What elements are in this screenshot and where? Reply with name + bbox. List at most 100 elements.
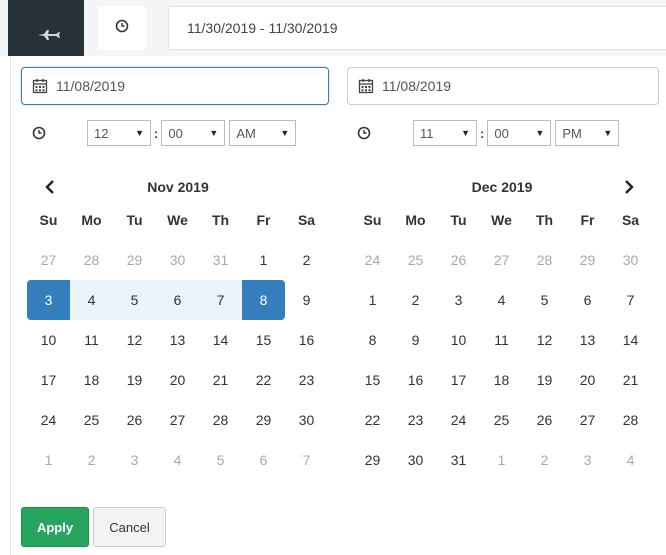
calendar-day[interactable]: 24 xyxy=(27,400,70,440)
calendar-day[interactable]: 2 xyxy=(394,280,437,320)
calendar-day[interactable]: 26 xyxy=(523,400,566,440)
cancel-button[interactable]: Cancel xyxy=(93,507,166,547)
calendar-day[interactable]: 25 xyxy=(394,240,437,280)
calendar-day[interactable]: 9 xyxy=(394,320,437,360)
calendar-day[interactable]: 21 xyxy=(199,360,242,400)
calendar-day[interactable]: 12 xyxy=(523,320,566,360)
calendar-day[interactable]: 30 xyxy=(156,240,199,280)
calendar-day[interactable]: 19 xyxy=(523,360,566,400)
calendar-day[interactable]: 23 xyxy=(285,360,328,400)
calendar-day[interactable]: 19 xyxy=(113,360,156,400)
calendar-day[interactable]: 4 xyxy=(156,440,199,480)
calendar-day-in-range[interactable]: 5 xyxy=(113,280,156,320)
calendar-day[interactable]: 20 xyxy=(566,360,609,400)
calendar-day[interactable]: 6 xyxy=(566,280,609,320)
start-ampm-select[interactable]: AM ▼ xyxy=(229,120,297,146)
calendar-day[interactable]: 1 xyxy=(480,440,523,480)
calendar-day-range-start[interactable]: 3 xyxy=(27,280,70,320)
calendar-day[interactable]: 7 xyxy=(285,440,328,480)
calendar-day-range-end[interactable]: 8 xyxy=(242,280,285,320)
calendar-day[interactable]: 27 xyxy=(480,240,523,280)
calendar-day[interactable]: 30 xyxy=(394,440,437,480)
calendar-day[interactable]: 31 xyxy=(437,440,480,480)
calendar-day[interactable]: 24 xyxy=(437,400,480,440)
calendar-right: Dec 2019 Su Mo Tu We Th Fr Sa 24 25 26 2… xyxy=(351,174,653,480)
calendar-day[interactable]: 10 xyxy=(437,320,480,360)
calendar-day[interactable]: 8 xyxy=(351,320,394,360)
calendar-day[interactable]: 17 xyxy=(27,360,70,400)
calendar-day[interactable]: 31 xyxy=(199,240,242,280)
calendar-day[interactable]: 28 xyxy=(609,400,652,440)
calendar-day[interactable]: 6 xyxy=(242,440,285,480)
calendar-day[interactable]: 11 xyxy=(480,320,523,360)
calendar-day[interactable]: 3 xyxy=(437,280,480,320)
calendar-day[interactable]: 16 xyxy=(394,360,437,400)
calendar-day[interactable]: 28 xyxy=(70,240,113,280)
apply-button[interactable]: Apply xyxy=(21,507,89,547)
calendar-day[interactable]: 2 xyxy=(285,240,328,280)
calendar-day[interactable]: 15 xyxy=(351,360,394,400)
calendar-day[interactable]: 26 xyxy=(113,400,156,440)
calendar-day[interactable]: 28 xyxy=(523,240,566,280)
calendar-day[interactable]: 9 xyxy=(285,280,328,320)
end-minute-select[interactable]: 00 ▼ xyxy=(487,120,552,146)
calendar-day[interactable]: 1 xyxy=(27,440,70,480)
calendar-day[interactable]: 17 xyxy=(437,360,480,400)
calendar-day[interactable]: 18 xyxy=(70,360,113,400)
calendar-day[interactable]: 7 xyxy=(609,280,652,320)
start-minute-select[interactable]: 00 ▼ xyxy=(161,120,226,146)
calendar-day[interactable]: 14 xyxy=(609,320,652,360)
time-toggle-button[interactable] xyxy=(98,6,146,50)
plane-icon[interactable] xyxy=(38,28,60,46)
start-date-input[interactable]: 11/08/2019 xyxy=(21,67,329,105)
calendar-day[interactable]: 4 xyxy=(609,440,652,480)
calendar-day[interactable]: 13 xyxy=(156,320,199,360)
end-ampm-select[interactable]: PM ▼ xyxy=(555,120,620,146)
calendar-day[interactable]: 28 xyxy=(199,400,242,440)
next-month-button[interactable] xyxy=(614,174,644,200)
calendar-day[interactable]: 10 xyxy=(27,320,70,360)
calendar-day[interactable]: 5 xyxy=(199,440,242,480)
calendar-day[interactable]: 12 xyxy=(113,320,156,360)
calendar-day[interactable]: 22 xyxy=(242,360,285,400)
calendar-day-in-range[interactable]: 7 xyxy=(199,280,242,320)
calendar-day[interactable]: 14 xyxy=(199,320,242,360)
calendar-day[interactable]: 25 xyxy=(480,400,523,440)
calendar-day[interactable]: 3 xyxy=(566,440,609,480)
calendar-day[interactable]: 27 xyxy=(566,400,609,440)
calendar-day[interactable]: 24 xyxy=(351,240,394,280)
calendar-day-in-range[interactable]: 6 xyxy=(156,280,199,320)
calendar-day[interactable]: 26 xyxy=(437,240,480,280)
calendar-day[interactable]: 2 xyxy=(523,440,566,480)
calendar-day[interactable]: 30 xyxy=(285,400,328,440)
calendar-day[interactable]: 25 xyxy=(70,400,113,440)
calendar-day[interactable]: 1 xyxy=(242,240,285,280)
calendar-day[interactable]: 29 xyxy=(566,240,609,280)
calendar-day[interactable]: 29 xyxy=(351,440,394,480)
calendar-day[interactable]: 23 xyxy=(394,400,437,440)
calendar-day[interactable]: 15 xyxy=(242,320,285,360)
calendar-day[interactable]: 2 xyxy=(70,440,113,480)
calendar-day[interactable]: 20 xyxy=(156,360,199,400)
calendar-day[interactable]: 29 xyxy=(113,240,156,280)
end-date-input[interactable]: 11/08/2019 xyxy=(347,67,659,105)
calendar-day[interactable]: 3 xyxy=(113,440,156,480)
calendar-day[interactable]: 13 xyxy=(566,320,609,360)
calendar-day[interactable]: 11 xyxy=(70,320,113,360)
calendar-day[interactable]: 29 xyxy=(242,400,285,440)
start-hour-select[interactable]: 12 ▼ xyxy=(87,120,151,146)
calendar-day-in-range[interactable]: 4 xyxy=(70,280,113,320)
calendar-day[interactable]: 27 xyxy=(27,240,70,280)
calendar-day[interactable]: 27 xyxy=(156,400,199,440)
calendar-day[interactable]: 22 xyxy=(351,400,394,440)
calendar-day[interactable]: 1 xyxy=(351,280,394,320)
calendar-day[interactable]: 4 xyxy=(480,280,523,320)
calendar-day[interactable]: 21 xyxy=(609,360,652,400)
end-hour-select[interactable]: 11 ▼ xyxy=(413,120,477,146)
calendar-day[interactable]: 16 xyxy=(285,320,328,360)
weekday-label: Fr xyxy=(580,212,595,228)
calendar-day[interactable]: 5 xyxy=(523,280,566,320)
date-range-input[interactable]: 11/30/2019 - 11/30/2019 xyxy=(168,6,666,50)
calendar-day[interactable]: 18 xyxy=(480,360,523,400)
calendar-day[interactable]: 30 xyxy=(609,240,652,280)
